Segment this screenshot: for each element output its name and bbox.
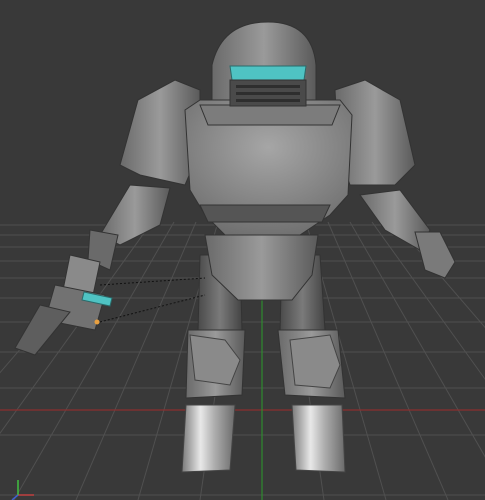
selection-guide-lines — [99, 277, 206, 323]
arm-cannon[interactable] — [14, 254, 113, 356]
axis-gizmo[interactable] — [11, 480, 34, 500]
collar — [199, 104, 341, 126]
selection-pivot[interactable] — [94, 319, 100, 325]
left-arm[interactable] — [87, 184, 171, 271]
helmet-visor — [229, 65, 307, 81]
scene-canvas[interactable] — [0, 0, 485, 500]
chest-plate-band — [199, 204, 331, 223]
helmet[interactable] — [211, 21, 317, 107]
3d-viewport[interactable] — [0, 0, 485, 500]
helmet-vents — [236, 85, 300, 102]
